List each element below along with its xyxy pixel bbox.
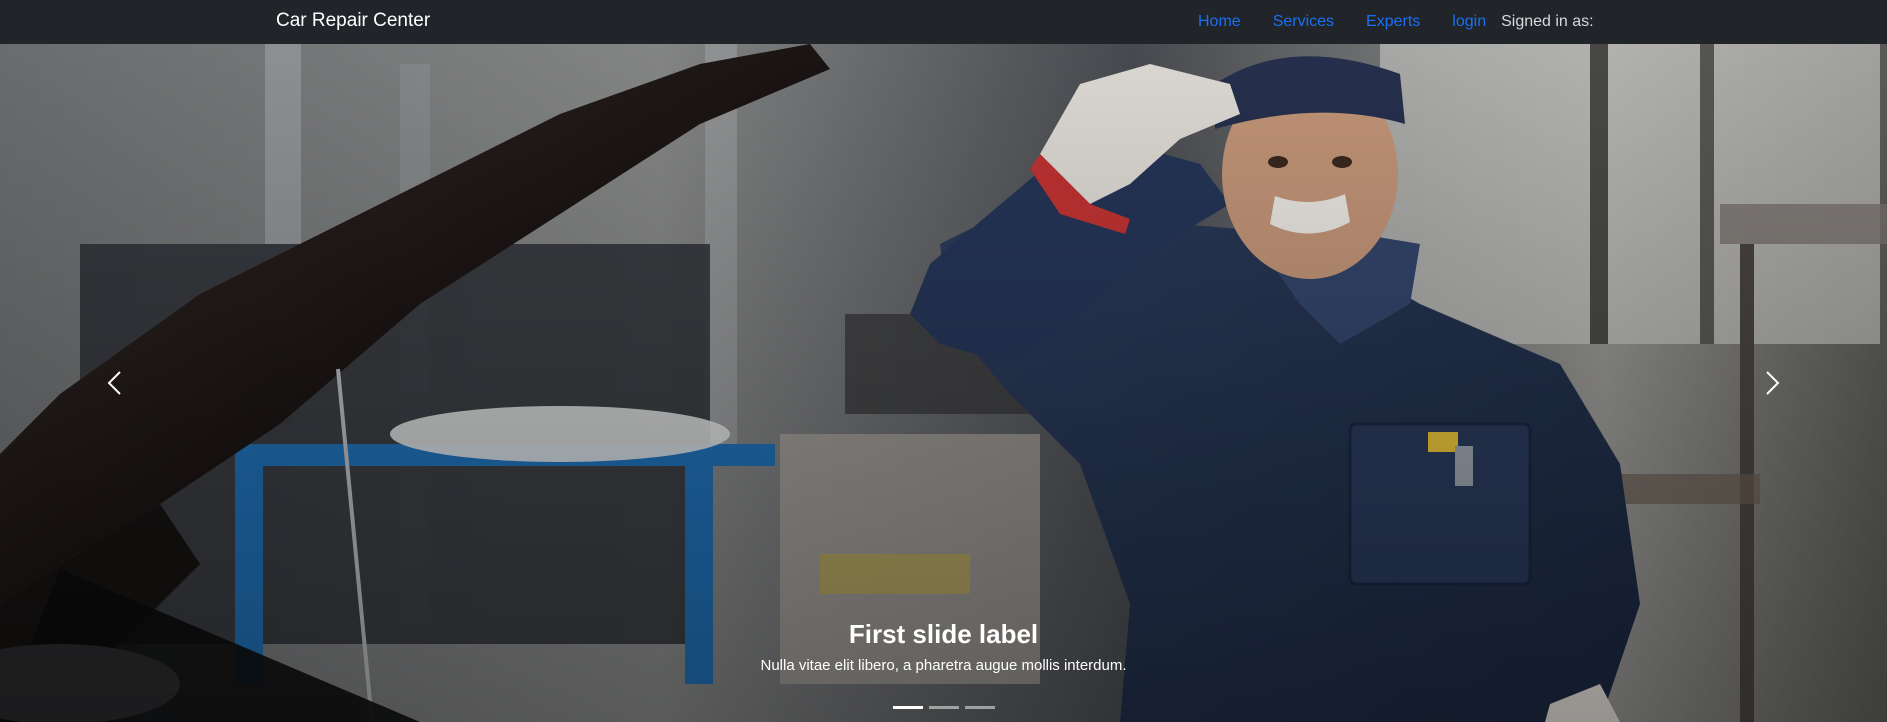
navbar: Car Repair Center Home Services Experts … [0, 0, 1887, 44]
chevron-left-icon [107, 371, 121, 395]
slide-caption: First slide label Nulla vitae elit liber… [0, 618, 1887, 676]
brand-link[interactable]: Car Repair Center [276, 0, 430, 44]
slide-caption-title: First slide label [848, 619, 1039, 649]
hero-carousel: First slide label Nulla vitae elit liber… [0, 44, 1887, 722]
carousel-indicator-2[interactable] [928, 706, 959, 709]
nav-link-services[interactable]: Services [1273, 13, 1334, 31]
nav-link-experts[interactable]: Experts [1366, 13, 1420, 31]
signed-in-text: Signed in as: [1501, 13, 1594, 30]
nav-links: Home Services Experts login Signed in as… [1198, 0, 1594, 44]
slide-caption-text: Nulla vitae elit libero, a pharetra augu… [760, 657, 1127, 674]
nav-link-login[interactable]: login [1452, 13, 1486, 31]
carousel-indicators [0, 701, 1887, 715]
nav-link-home[interactable]: Home [1198, 13, 1241, 31]
carousel-indicator-3[interactable] [964, 706, 995, 709]
carousel-indicator-1[interactable] [892, 706, 923, 709]
chevron-right-icon [1766, 371, 1780, 395]
